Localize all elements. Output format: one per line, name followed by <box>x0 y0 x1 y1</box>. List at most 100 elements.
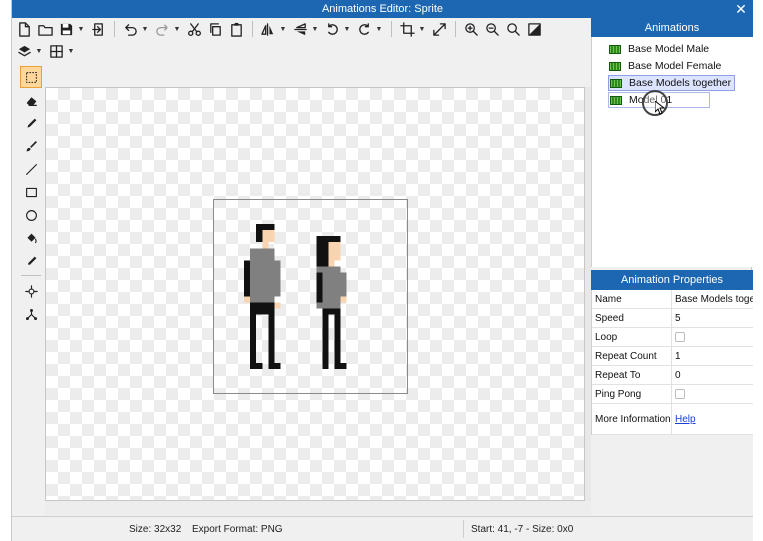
properties-grid: NameBase Models togetherSpeed5LoopRepeat… <box>591 290 753 435</box>
dropdown-arrow-icon[interactable]: ▼ <box>67 41 75 61</box>
cut-icon[interactable] <box>184 19 204 39</box>
animation-list-item[interactable]: Base Models together <box>608 75 736 91</box>
toolbar-separator <box>455 21 456 37</box>
background-toggle-icon[interactable] <box>524 19 544 39</box>
mouse-cursor-highlight <box>642 90 668 116</box>
property-value-text[interactable]: Base Models together <box>675 294 753 305</box>
status-bar: Size: 32x32 Export Format: PNG Start: 41… <box>12 516 753 541</box>
female-foot <box>322 362 329 369</box>
pivot-tool-icon[interactable] <box>20 280 42 302</box>
dropdown-arrow-icon[interactable]: ▼ <box>418 19 426 39</box>
rotate-left-icon[interactable] <box>322 19 342 39</box>
dropdown-arrow-icon[interactable]: ▼ <box>311 19 319 39</box>
property-row: Repeat Count 1 <box>592 347 753 366</box>
animation-label: Base Models together <box>629 77 732 89</box>
zoom-in-icon[interactable] <box>461 19 481 39</box>
dropdown-arrow-icon[interactable]: ▼ <box>141 19 149 39</box>
male-shirt <box>250 248 275 303</box>
status-export-format: Export Format: PNG <box>192 524 283 535</box>
male-hair <box>256 224 275 231</box>
redo-icon[interactable] <box>152 19 172 39</box>
animation-label: Base Model Female <box>628 60 722 72</box>
open-folder-icon[interactable] <box>35 19 55 39</box>
eraser-tool-icon[interactable] <box>20 89 42 111</box>
animation-list-item[interactable]: Base Model Female <box>608 58 724 74</box>
animation-list-item[interactable]: Base Model Male <box>608 41 712 57</box>
property-value[interactable]: 0 <box>672 366 753 384</box>
fill-tool-icon[interactable] <box>20 227 42 249</box>
male-leg <box>250 314 257 363</box>
copy-icon[interactable] <box>205 19 225 39</box>
crop-icon[interactable] <box>397 19 417 39</box>
property-value[interactable] <box>672 385 753 403</box>
dropdown-arrow-icon[interactable]: ▼ <box>35 41 43 61</box>
line-tool-icon[interactable] <box>20 158 42 180</box>
property-value[interactable] <box>672 328 753 346</box>
property-checkbox[interactable] <box>675 332 685 342</box>
male-foot <box>250 362 263 369</box>
dropdown-arrow-icon[interactable]: ▼ <box>77 19 85 39</box>
male-arm <box>274 260 281 297</box>
property-value-text[interactable]: 1 <box>675 351 681 362</box>
film-strip-icon <box>610 95 622 105</box>
property-name: Ping Pong <box>592 385 672 403</box>
horizontal-scrollbar[interactable] <box>45 501 591 515</box>
male-hair <box>256 230 263 243</box>
sprite-frame[interactable] <box>213 199 408 394</box>
property-value[interactable]: Base Models together <box>672 290 753 308</box>
property-row: NameBase Models together <box>592 290 753 309</box>
bones-tool-icon[interactable] <box>20 303 42 325</box>
animations-list: Base Model Male Base Model Female Base Mod… <box>591 37 753 267</box>
male-hand <box>244 296 251 303</box>
property-value[interactable]: 1 <box>672 347 753 365</box>
property-value-text[interactable]: 0 <box>675 370 681 381</box>
film-strip-icon <box>609 44 621 54</box>
dropdown-arrow-icon[interactable]: ▼ <box>343 19 351 39</box>
property-value[interactable]: 5 <box>672 309 753 327</box>
status-cursor-info: Start: 41, -7 - Size: 0x0 <box>471 524 574 535</box>
male-foot <box>268 362 281 369</box>
secondary-toolbar: ▼ ▼ <box>14 40 78 62</box>
property-name: Speed <box>592 309 672 327</box>
toolbar-separator <box>114 21 115 37</box>
dropdown-arrow-icon[interactable]: ▼ <box>279 19 287 39</box>
female-pants <box>322 308 341 315</box>
film-strip-icon <box>609 61 621 71</box>
female-hand <box>340 296 347 303</box>
export-icon[interactable] <box>88 19 108 39</box>
brush-tool-icon[interactable] <box>20 135 42 157</box>
rectangle-tool-icon[interactable] <box>20 181 42 203</box>
drawing-canvas[interactable] <box>45 87 585 501</box>
flip-vertical-icon[interactable] <box>290 19 310 39</box>
property-row: Speed 5 <box>592 309 753 328</box>
resize-icon[interactable] <box>429 19 449 39</box>
grid-icon[interactable] <box>46 41 66 61</box>
flip-horizontal-icon[interactable] <box>258 19 278 39</box>
save-icon[interactable] <box>56 19 76 39</box>
help-link[interactable]: Help <box>675 414 696 425</box>
eyedropper-tool-icon[interactable] <box>20 250 42 272</box>
mouse-pointer-icon <box>655 101 665 115</box>
female-face <box>328 242 341 261</box>
property-value[interactable]: Help <box>672 404 753 434</box>
zoom-fit-icon[interactable] <box>503 19 523 39</box>
undo-icon[interactable] <box>120 19 140 39</box>
property-name: Repeat Count <box>592 347 672 365</box>
ellipse-tool-icon[interactable] <box>20 204 42 226</box>
status-size: Size: 32x32 <box>129 524 182 535</box>
dropdown-arrow-icon[interactable]: ▼ <box>375 19 383 39</box>
close-icon[interactable]: ✕ <box>734 0 748 18</box>
pencil-tool-icon[interactable] <box>20 112 42 134</box>
new-file-icon[interactable] <box>14 19 34 39</box>
select-tool-icon[interactable] <box>20 66 42 88</box>
layers-icon[interactable] <box>14 41 34 61</box>
paste-icon[interactable] <box>226 19 246 39</box>
zoom-out-icon[interactable] <box>482 19 502 39</box>
female-hair <box>316 236 341 243</box>
property-checkbox[interactable] <box>675 389 685 399</box>
property-name: Loop <box>592 328 672 346</box>
dropdown-arrow-icon[interactable]: ▼ <box>173 19 181 39</box>
rotate-right-icon[interactable] <box>354 19 374 39</box>
property-value-text[interactable]: 5 <box>675 313 681 324</box>
property-name: More Information <box>592 404 672 434</box>
